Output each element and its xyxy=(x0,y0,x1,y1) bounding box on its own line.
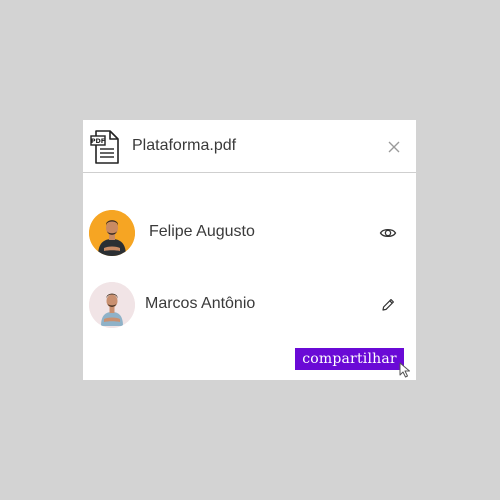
pencil-icon[interactable] xyxy=(379,296,397,314)
share-dialog: PDF Plataforma.pdf Felipe Augusto Marcos… xyxy=(83,120,416,380)
avatar xyxy=(89,210,135,256)
user-name: Marcos Antônio xyxy=(145,295,256,312)
shared-user-row: Marcos Antônio xyxy=(83,282,416,330)
mouse-cursor-icon xyxy=(399,362,410,378)
svg-text:PDF: PDF xyxy=(91,137,105,145)
pdf-file-icon: PDF xyxy=(90,130,119,164)
dialog-header: PDF Plataforma.pdf xyxy=(83,120,416,172)
close-icon[interactable] xyxy=(387,140,401,154)
shared-user-row: Felipe Augusto xyxy=(83,210,416,258)
avatar xyxy=(89,282,135,328)
eye-icon[interactable] xyxy=(379,224,397,242)
share-button[interactable]: compartilhar xyxy=(295,348,404,370)
header-divider xyxy=(83,172,416,173)
file-name: Plataforma.pdf xyxy=(132,137,237,154)
user-name: Felipe Augusto xyxy=(149,223,255,240)
